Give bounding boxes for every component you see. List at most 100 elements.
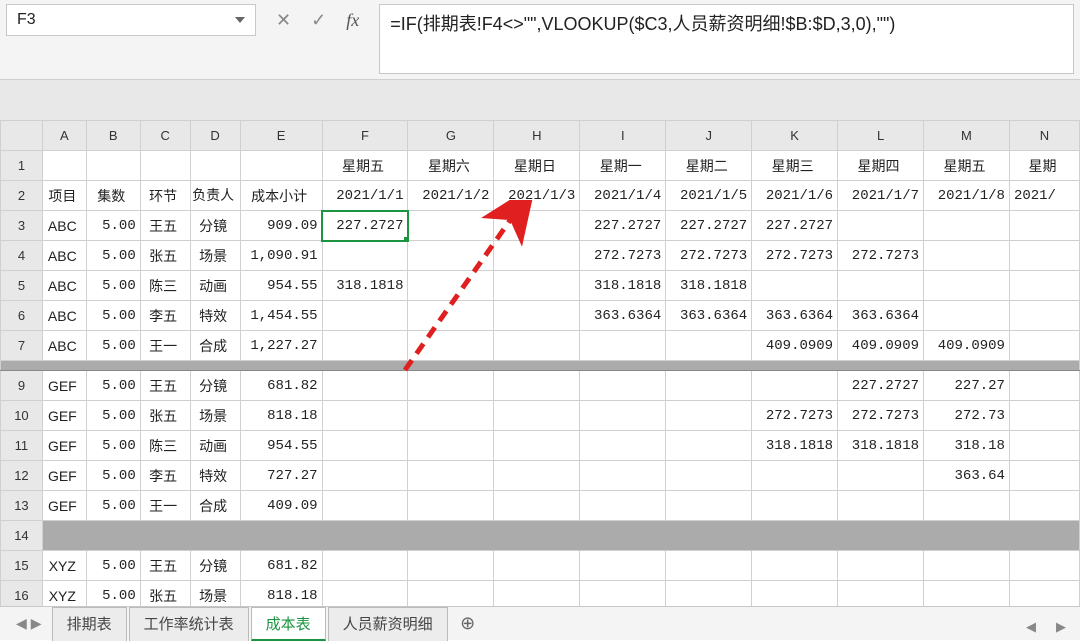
cell[interactable]: 318.1818 <box>666 271 752 301</box>
cell[interactable] <box>666 461 752 491</box>
cell[interactable] <box>494 301 580 331</box>
cell[interactable] <box>752 461 838 491</box>
cell[interactable] <box>924 551 1010 581</box>
col-header[interactable]: N <box>1009 121 1079 151</box>
cell[interactable]: 363.64 <box>924 461 1010 491</box>
cell[interactable]: 2021/ <box>1009 181 1079 211</box>
cell[interactable]: 5.00 <box>86 371 140 401</box>
row-header[interactable]: 6 <box>1 301 43 331</box>
cell[interactable]: 272.73 <box>924 401 1010 431</box>
cell[interactable]: 363.6364 <box>666 301 752 331</box>
cell[interactable]: 272.7273 <box>838 241 924 271</box>
cell[interactable]: 5.00 <box>86 241 140 271</box>
cell[interactable]: 李五 <box>140 461 190 491</box>
cell[interactable] <box>322 491 408 521</box>
cell[interactable]: 318.1818 <box>838 431 924 461</box>
cell[interactable]: 成本小计 <box>240 181 322 211</box>
cell[interactable]: 星期四 <box>838 151 924 181</box>
cell[interactable] <box>190 151 240 181</box>
cell[interactable]: ABC <box>42 331 86 361</box>
cell[interactable]: 2021/1/5 <box>666 181 752 211</box>
row-header[interactable]: 2 <box>1 181 43 211</box>
cell[interactable] <box>752 551 838 581</box>
cell[interactable]: 1,454.55 <box>240 301 322 331</box>
cell[interactable]: 227.2727 <box>666 211 752 241</box>
col-header[interactable]: B <box>86 121 140 151</box>
cell[interactable]: 954.55 <box>240 271 322 301</box>
cell[interactable] <box>240 151 322 181</box>
row-header[interactable]: 3 <box>1 211 43 241</box>
cell[interactable]: 272.7273 <box>752 401 838 431</box>
cell[interactable]: 王一 <box>140 331 190 361</box>
cell[interactable]: 5.00 <box>86 331 140 361</box>
col-header[interactable]: D <box>190 121 240 151</box>
cell[interactable] <box>1009 211 1079 241</box>
cell[interactable]: 张五 <box>140 401 190 431</box>
cell[interactable] <box>1009 401 1079 431</box>
spreadsheet-grid[interactable]: A B C D E F G H I J K L M N 1 星期五 星期六 星期… <box>0 120 1080 611</box>
cell[interactable]: ABC <box>42 271 86 301</box>
add-sheet-button[interactable]: ⊕ <box>456 613 480 634</box>
cell[interactable] <box>494 211 580 241</box>
col-header[interactable]: C <box>140 121 190 151</box>
cell[interactable] <box>322 551 408 581</box>
cell[interactable] <box>1009 301 1079 331</box>
cell[interactable]: 集数 <box>86 181 140 211</box>
cell[interactable]: 2021/1/7 <box>838 181 924 211</box>
cell[interactable] <box>752 371 838 401</box>
cell[interactable] <box>322 431 408 461</box>
cell[interactable] <box>1009 241 1079 271</box>
cell[interactable] <box>838 491 924 521</box>
cell[interactable]: 星期三 <box>752 151 838 181</box>
cell[interactable] <box>666 331 752 361</box>
cell[interactable] <box>322 371 408 401</box>
cell[interactable]: 环节 <box>140 181 190 211</box>
cell[interactable] <box>408 551 494 581</box>
cell[interactable]: 合成 <box>190 491 240 521</box>
cell[interactable]: 分镜 <box>190 551 240 581</box>
cell[interactable]: 特效 <box>190 301 240 331</box>
cell[interactable]: 王五 <box>140 551 190 581</box>
cell[interactable] <box>580 491 666 521</box>
cell[interactable] <box>494 241 580 271</box>
cell[interactable]: ABC <box>42 301 86 331</box>
cell[interactable]: 818.18 <box>240 401 322 431</box>
cell[interactable] <box>752 271 838 301</box>
cell[interactable] <box>494 491 580 521</box>
cell[interactable] <box>838 461 924 491</box>
cell[interactable]: 227.2727 <box>322 211 408 241</box>
cell[interactable]: 星期一 <box>580 151 666 181</box>
cell[interactable] <box>322 241 408 271</box>
cell[interactable]: 5.00 <box>86 211 140 241</box>
cell[interactable] <box>580 461 666 491</box>
cell[interactable] <box>924 301 1010 331</box>
cell[interactable]: 陈三 <box>140 431 190 461</box>
select-all-corner[interactable] <box>1 121 43 151</box>
cell[interactable]: 409.0909 <box>838 331 924 361</box>
cell[interactable]: 409.0909 <box>924 331 1010 361</box>
cell[interactable] <box>924 211 1010 241</box>
cell[interactable]: 场景 <box>190 401 240 431</box>
cell[interactable] <box>494 371 580 401</box>
col-header[interactable]: E <box>240 121 322 151</box>
cell[interactable] <box>666 491 752 521</box>
cell[interactable]: 星期 <box>1009 151 1079 181</box>
col-header[interactable]: G <box>408 121 494 151</box>
sheet-tab[interactable]: 排期表 <box>52 607 127 641</box>
col-header[interactable]: I <box>580 121 666 151</box>
cell[interactable]: 272.7273 <box>752 241 838 271</box>
cell[interactable]: 5.00 <box>86 401 140 431</box>
cell[interactable]: 681.82 <box>240 371 322 401</box>
cell[interactable] <box>924 241 1010 271</box>
cell[interactable] <box>666 371 752 401</box>
cell[interactable] <box>408 401 494 431</box>
col-header[interactable]: K <box>752 121 838 151</box>
sheet-nav-next-icon[interactable]: ▶ <box>31 615 42 632</box>
cell[interactable] <box>322 401 408 431</box>
cell[interactable]: 409.0909 <box>752 331 838 361</box>
cell[interactable]: 星期五 <box>924 151 1010 181</box>
cell[interactable] <box>666 551 752 581</box>
cell[interactable] <box>494 461 580 491</box>
col-header[interactable]: L <box>838 121 924 151</box>
cell[interactable]: 合成 <box>190 331 240 361</box>
